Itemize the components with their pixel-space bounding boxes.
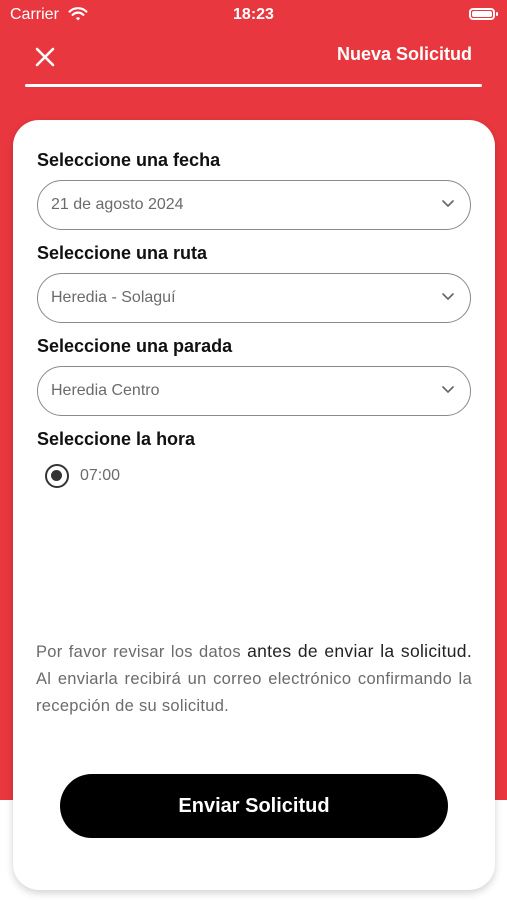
time-option-radio[interactable]: 07:00 bbox=[45, 462, 165, 492]
header-divider bbox=[25, 84, 482, 87]
chevron-down-icon bbox=[442, 293, 454, 300]
notice-emphasis: antes de enviar la solicitud. bbox=[247, 641, 472, 661]
time-label: Seleccione la hora bbox=[37, 429, 196, 449]
close-icon bbox=[35, 47, 55, 67]
radio-selected-icon bbox=[45, 464, 69, 488]
notice-text: Por favor revisar los datos antes de env… bbox=[36, 638, 472, 720]
status-bar: Carrier 18:23 bbox=[0, 0, 507, 30]
submit-request-button[interactable]: Enviar Solicitud bbox=[60, 774, 448, 838]
route-select[interactable]: Heredia - Solaguí bbox=[37, 273, 471, 323]
battery-icon bbox=[469, 8, 498, 20]
date-value: 21 de agosto 2024 bbox=[51, 196, 184, 213]
close-button[interactable] bbox=[28, 40, 62, 74]
route-value: Heredia - Solaguí bbox=[51, 289, 176, 306]
header: Nueva Solicitud bbox=[0, 30, 507, 88]
time-option-label: 07:00 bbox=[80, 467, 121, 484]
stop-label: Seleccione una parada bbox=[37, 336, 233, 356]
status-time: 18:23 bbox=[233, 6, 274, 23]
stop-value: Heredia Centro bbox=[51, 382, 160, 399]
page-title: Nueva Solicitud bbox=[336, 44, 472, 64]
request-form-card: Seleccione una fecha 21 de agosto 2024 S… bbox=[13, 120, 495, 890]
notice-part-3: Al enviarla recibirá un correo electróni… bbox=[36, 670, 472, 715]
date-label: Seleccione una fecha bbox=[37, 150, 221, 170]
date-select[interactable]: 21 de agosto 2024 bbox=[37, 180, 471, 230]
route-label: Seleccione una ruta bbox=[37, 243, 208, 263]
chevron-down-icon bbox=[442, 386, 454, 393]
notice-part-1: Por favor revisar los datos bbox=[36, 643, 248, 661]
chevron-down-icon bbox=[442, 200, 454, 207]
stop-select[interactable]: Heredia Centro bbox=[37, 366, 471, 416]
